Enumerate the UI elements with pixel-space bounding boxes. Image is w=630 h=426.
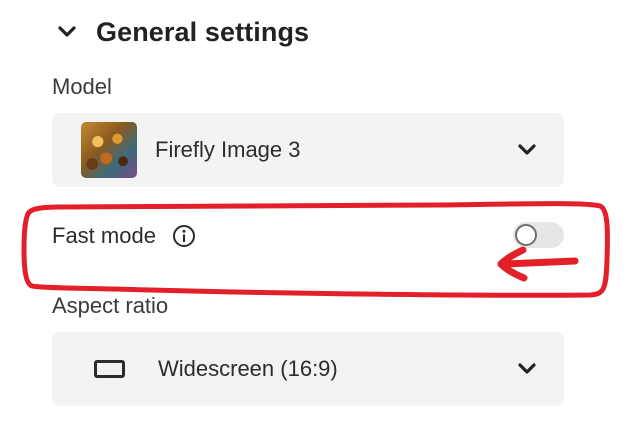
aspect-ratio-label: Aspect ratio	[52, 293, 169, 318]
chevron-down-icon[interactable]	[516, 139, 538, 161]
aspect-ratio-select[interactable]: Widescreen (16:9)	[52, 332, 564, 406]
widescreen-icon	[94, 360, 125, 378]
fast-mode-label: Fast mode	[52, 223, 156, 248]
model-select[interactable]: Firefly Image 3	[52, 113, 564, 187]
annotation-arrow-shaft	[501, 257, 579, 268]
fast-mode-row: Fast mode	[52, 219, 196, 253]
info-icon[interactable]	[172, 224, 196, 248]
annotation-arrow-head	[497, 246, 528, 282]
model-selected-value: Firefly Image 3	[155, 137, 301, 162]
model-label: Model	[52, 74, 112, 99]
chevron-down-icon[interactable]	[516, 358, 538, 380]
chevron-down-icon[interactable]	[56, 21, 78, 43]
model-thumbnail	[81, 122, 137, 178]
fast-mode-toggle[interactable]	[513, 222, 564, 248]
toggle-knob	[515, 224, 537, 246]
general-settings-panel: General settings Model Firefly Image 3 F…	[0, 0, 630, 426]
aspect-ratio-selected-value: Widescreen (16:9)	[158, 356, 338, 381]
section-title: General settings	[96, 16, 310, 47]
general-settings-header[interactable]: General settings	[56, 14, 309, 50]
